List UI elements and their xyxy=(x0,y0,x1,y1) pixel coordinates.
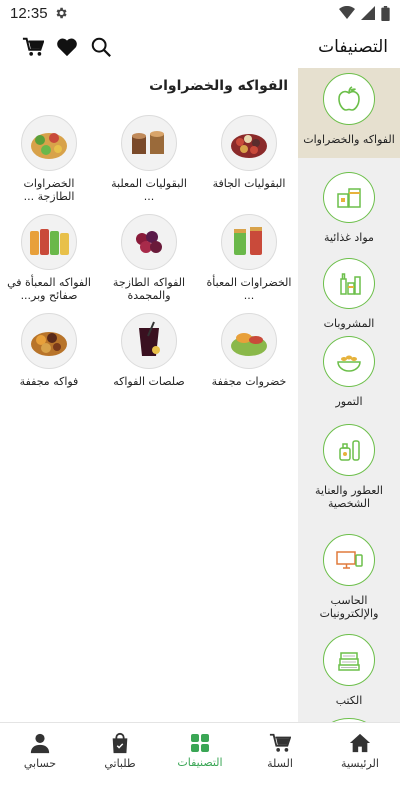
subcategory-packed-vegetables[interactable]: الخضراوات المعبأة ... xyxy=(204,214,294,302)
sidebar-item-label: التمور xyxy=(335,395,363,408)
bottles-icon xyxy=(323,258,375,309)
wifi-icon xyxy=(339,6,355,19)
subcategory-label: فواكه مجففة xyxy=(19,375,79,388)
subcategory-fresh-frozen-fruits[interactable]: الفواكه الطازجة والمجمدة xyxy=(104,214,194,302)
home-icon xyxy=(349,733,371,752)
grocery-icon xyxy=(323,172,375,223)
nav-orders[interactable]: طلباتي xyxy=(80,723,160,778)
sidebar-item-label: المشروبات xyxy=(323,317,375,330)
section-title: الفواكه والخضراوات xyxy=(149,78,288,94)
subcategory-canned-legumes[interactable]: البقوليات المعلبة ... xyxy=(104,115,194,203)
nav-label: طلباتي xyxy=(104,756,136,770)
subcategory-dried-fruits[interactable]: فواكه مجففة xyxy=(4,313,94,388)
category-sidebar: الفواكه والخضراوات مواد غذائية المشروبات xyxy=(298,68,400,722)
battery-icon xyxy=(381,5,390,21)
person-icon xyxy=(30,733,50,753)
subcategory-fresh-vegetables[interactable]: الخضراوات الطازجة ... xyxy=(4,115,94,203)
dried-fruits-image xyxy=(21,313,77,369)
subcategory-label: الخضراوات الطازجة ... xyxy=(23,177,75,203)
sidebar-item-label: الكتب xyxy=(335,694,363,707)
canned-legumes-image xyxy=(121,115,177,171)
subcategory-label: الخضراوات المعبأة ... xyxy=(206,276,292,302)
cart-icon xyxy=(269,733,291,752)
sidebar-item-perfumes-personal-care[interactable]: العطور والعناية الشخصية xyxy=(298,408,400,518)
subcategory-dried-vegetables[interactable]: خضروات مجففة xyxy=(204,313,294,388)
nav-account[interactable]: حسابي xyxy=(0,723,80,778)
dried-vegetables-image xyxy=(221,313,277,369)
app-header: التصنيفات xyxy=(0,26,400,68)
system-nav-area xyxy=(0,778,400,800)
nav-label: التصنيفات xyxy=(177,755,223,769)
subcategory-fruit-sauces[interactable]: صلصات الفواكه xyxy=(104,313,194,388)
sidebar-item-dates[interactable]: التمور xyxy=(298,330,400,408)
subcategory-label: خضروات مجففة xyxy=(211,375,287,388)
computer-icon xyxy=(323,534,375,586)
sidebar-item-drinks[interactable]: المشروبات xyxy=(298,244,400,330)
books-icon xyxy=(323,634,375,686)
sidebar-item-fruits-vegetables[interactable]: الفواكه والخضراوات xyxy=(298,68,400,158)
apple-icon xyxy=(323,73,375,125)
canned-fruits-image xyxy=(21,214,77,270)
sidebar-item-label: الحاسب والإلكترونيات xyxy=(319,594,379,620)
sidebar-item-label: الفواكه والخضراوات xyxy=(303,133,395,146)
fresh-frozen-fruits-image xyxy=(121,214,177,270)
sidebar-item-label: مواد غذائية xyxy=(324,231,374,244)
status-time: 12:35 xyxy=(10,4,48,22)
nav-home[interactable]: الرئيسية xyxy=(320,723,400,778)
nav-cart[interactable]: السلة xyxy=(240,723,320,778)
page-title: التصنيفات xyxy=(318,37,388,57)
search-icon[interactable] xyxy=(90,36,112,58)
heart-icon[interactable] xyxy=(56,36,78,58)
cart-icon[interactable] xyxy=(22,36,44,58)
sidebar-item-more[interactable] xyxy=(298,710,400,722)
fresh-vegetables-image xyxy=(21,115,77,171)
perfume-icon xyxy=(323,424,375,476)
nav-label: الرئيسية xyxy=(341,756,379,770)
subcategory-dried-legumes[interactable]: البقوليات الجافة xyxy=(204,115,294,190)
subcategory-label: البقوليات الجافة xyxy=(212,177,286,190)
sidebar-item-grocery[interactable]: مواد غذائية xyxy=(298,158,400,244)
subcategory-label: صلصات الفواكه xyxy=(113,375,185,388)
status-bar: 12:35 xyxy=(0,0,400,26)
sidebar-item-label: العطور والعناية الشخصية xyxy=(315,484,383,510)
bottom-navigation: حسابي طلباتي التصنيفات السلة الرئيسية xyxy=(0,722,400,778)
shopping-bag-icon xyxy=(112,732,128,753)
dried-legumes-image xyxy=(221,115,277,171)
packed-vegetables-image xyxy=(221,214,277,270)
nav-categories[interactable]: التصنيفات xyxy=(160,723,240,778)
grid-icon xyxy=(191,733,209,752)
subcategory-label: الفواكه الطازجة والمجمدة xyxy=(112,276,186,302)
subcategory-label: الفواكه المعبأة في صفائح وبر... xyxy=(7,276,91,302)
subcategory-canned-fruits[interactable]: الفواكه المعبأة في صفائح وبر... xyxy=(4,214,94,302)
sidebar-item-books[interactable]: الكتب xyxy=(298,626,400,710)
signal-icon xyxy=(361,6,375,20)
sidebar-item-computers-electronics[interactable]: الحاسب والإلكترونيات xyxy=(298,518,400,626)
fruit-sauces-image xyxy=(121,313,177,369)
subcategory-label: البقوليات المعلبة ... xyxy=(111,177,187,203)
header-actions xyxy=(22,36,112,58)
settings-icon xyxy=(56,7,67,19)
dates-bowl-icon xyxy=(323,336,375,387)
nav-label: حسابي xyxy=(23,756,57,770)
nav-label: السلة xyxy=(267,756,293,770)
